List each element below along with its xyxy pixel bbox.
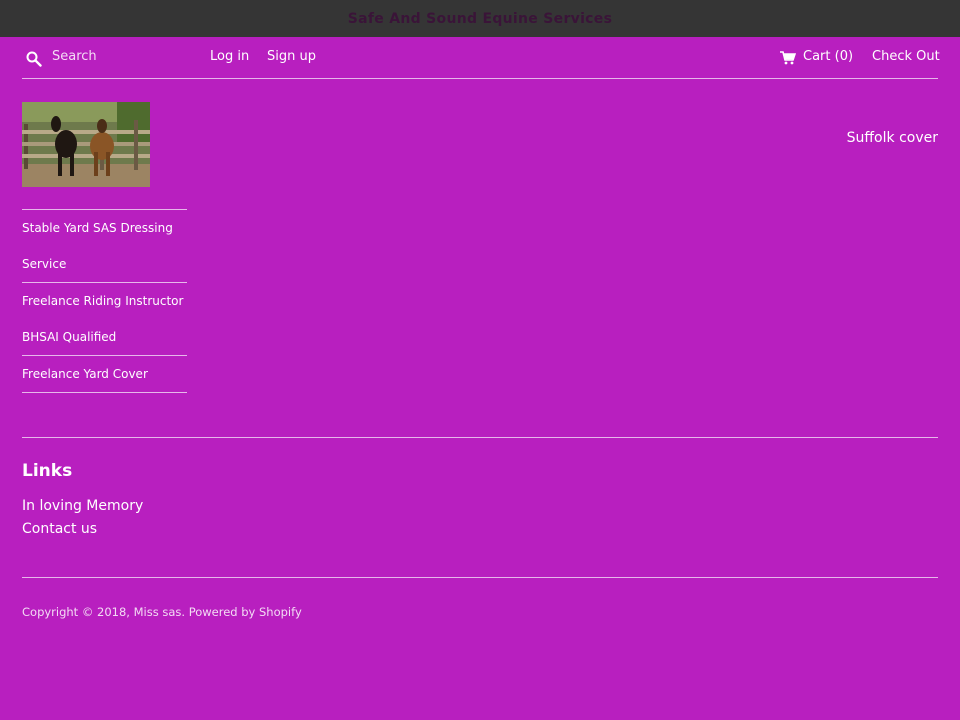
footer-links-heading: Links: [22, 461, 73, 481]
announcement-text: Safe And Sound Equine Services: [347, 10, 613, 27]
sidebar-item-stable-yard[interactable]: Stable Yard SAS Dressing Service: [22, 210, 187, 283]
footer-link-in-loving-memory[interactable]: In loving Memory: [22, 498, 143, 514]
horses-image: [22, 102, 150, 187]
footer-divider: [22, 437, 938, 438]
sidebar-item-label: Freelance Yard Cover: [22, 367, 148, 381]
sidebar-item-label: Service: [22, 257, 67, 271]
sidebar-item-label: BHSAI Qualified: [22, 330, 117, 344]
search-icon[interactable]: [26, 51, 42, 67]
copyright-owner-link[interactable]: Miss sas: [134, 605, 182, 619]
cart-link[interactable]: Cart (0): [803, 49, 853, 64]
copyright-divider: [22, 577, 938, 578]
footer-link-contact-us[interactable]: Contact us: [22, 521, 97, 537]
announcement-bar: Safe And Sound Equine Services: [0, 0, 960, 37]
checkout-link[interactable]: Check Out: [872, 49, 940, 64]
login-link[interactable]: Log in: [210, 49, 249, 64]
sidebar-item-riding-instructor[interactable]: Freelance Riding Instructor BHSAI Qualif…: [22, 283, 187, 356]
site-logo[interactable]: [22, 102, 150, 187]
site-header: Log in Sign up Cart (0) Check Out: [22, 37, 940, 79]
page-title: Suffolk cover: [846, 130, 938, 146]
sidebar-item-label: Freelance Riding Instructor: [22, 294, 184, 308]
sidebar-nav: Stable Yard SAS Dressing Service Freelan…: [22, 209, 187, 393]
signup-link[interactable]: Sign up: [267, 49, 316, 64]
sidebar-item-yard-cover[interactable]: Freelance Yard Cover: [22, 356, 187, 393]
copyright-powered: . Powered by Shopify: [181, 605, 302, 619]
copyright-prefix: Copyright © 2018,: [22, 605, 134, 619]
search-input[interactable]: [52, 45, 202, 67]
sidebar-item-label: Stable Yard SAS Dressing: [22, 221, 173, 235]
cart-icon[interactable]: [780, 51, 796, 65]
copyright: Copyright © 2018, Miss sas. Powered by S…: [22, 605, 302, 619]
